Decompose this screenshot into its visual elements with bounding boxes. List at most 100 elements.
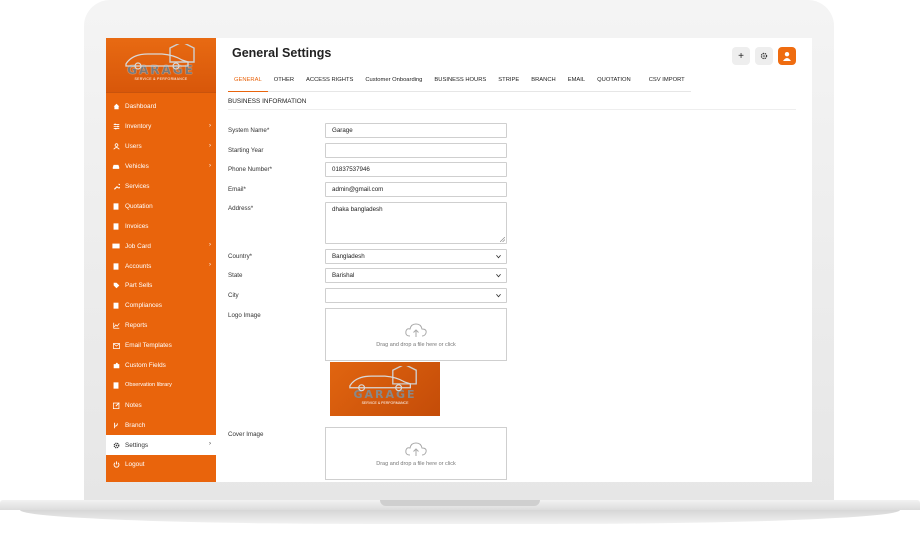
sidebar-item-reports[interactable]: Reports	[106, 316, 216, 336]
user-icon	[112, 143, 120, 151]
sidebar-item-label: Dashboard	[125, 103, 157, 111]
user-avatar-button[interactable]	[778, 47, 796, 65]
tab-stripe[interactable]: STRIPE	[492, 74, 525, 92]
sidebar-item-label: Settings	[125, 441, 149, 449]
car-logo-icon	[125, 44, 195, 70]
sidebar-item-label: Custom Fields	[125, 362, 166, 370]
chevron-right-icon: ›	[209, 262, 211, 269]
dropzone-text: Drag and drop a file here or click	[376, 460, 456, 467]
sidebar-item-custom-fields[interactable]: Custom Fields	[106, 356, 216, 376]
country-select[interactable]: Bangladesh	[325, 249, 507, 264]
sidebar-item-users[interactable]: Users ›	[106, 137, 216, 157]
sidebar-item-invoices[interactable]: Invoices	[106, 216, 216, 236]
state-select[interactable]: Barishal	[325, 268, 507, 283]
starting-year-label: Starting Year	[228, 147, 264, 154]
brand-logo[interactable]: GARAGE SERVICE & PERFORMANCE	[106, 38, 216, 93]
starting-year-input[interactable]	[325, 143, 507, 158]
tab-customer-onboarding[interactable]: Customer Onboarding	[359, 74, 428, 92]
sidebar-item-label: Quotation	[125, 202, 153, 210]
sidebar-item-label: Logout	[125, 461, 145, 469]
card-icon	[112, 242, 120, 250]
edit-icon	[112, 401, 120, 409]
city-label: City	[228, 292, 239, 299]
logo-tagline: SERVICE & PERFORMANCE	[134, 77, 188, 81]
sidebar-item-dashboard[interactable]: Dashboard	[106, 97, 216, 117]
sidebar-item-branch[interactable]: Branch	[106, 415, 216, 435]
clipboard-icon	[112, 302, 120, 310]
chevron-right-icon: ›	[209, 441, 211, 448]
country-value: Bangladesh	[332, 253, 365, 260]
sidebar-item-email-templates[interactable]: Email Templates	[106, 336, 216, 356]
sidebar-item-label: Branch	[125, 421, 146, 429]
sidebar-item-vehicles[interactable]: Vehicles ›	[106, 157, 216, 177]
book-icon	[112, 381, 120, 389]
add-button[interactable]: +	[732, 47, 750, 65]
sidebar-item-label: Notes	[125, 401, 142, 409]
phone-label: Phone Number*	[228, 166, 273, 173]
tab-access-rights[interactable]: ACCESS RIGHTS	[300, 74, 359, 92]
chevron-right-icon: ›	[209, 162, 211, 169]
branch-icon	[112, 421, 120, 429]
car-icon	[112, 163, 120, 171]
laptop-base	[0, 500, 920, 533]
sidebar-item-accounts[interactable]: Accounts ›	[106, 256, 216, 276]
sliders-icon	[112, 123, 120, 131]
sidebar-item-label: Email Templates	[125, 342, 172, 350]
home-icon	[112, 103, 120, 111]
chevron-down-icon	[496, 254, 501, 259]
email-input[interactable]: admin@gmail.com	[325, 182, 507, 197]
system-name-input[interactable]: Garage	[325, 123, 507, 138]
tab-email[interactable]: EMAIL	[562, 74, 591, 92]
cover-image-label: Cover Image	[228, 431, 264, 438]
tag-icon	[112, 282, 120, 290]
address-textarea[interactable]: dhaka bangladesh	[325, 202, 507, 244]
cloud-upload-icon	[405, 322, 427, 337]
cover-dropzone[interactable]: Drag and drop a file here or click	[325, 427, 507, 480]
email-label: Email*	[228, 186, 246, 193]
tab-branch[interactable]: BRANCH	[525, 74, 561, 92]
tab-other[interactable]: OTHER	[268, 74, 300, 92]
sidebar-item-label: Inventory	[125, 123, 152, 131]
tab-business-hours[interactable]: BUSINESS HOURS	[428, 74, 492, 92]
invoice-icon	[112, 222, 120, 230]
logo-dropzone[interactable]: Drag and drop a file here or click	[325, 308, 507, 361]
page-title: General Settings	[232, 46, 332, 60]
sidebar-item-quotation[interactable]: Quotation	[106, 196, 216, 216]
state-label: State	[228, 272, 243, 279]
settings-button[interactable]	[755, 47, 773, 65]
sidebar-item-job-card[interactable]: Job Card ›	[106, 236, 216, 256]
plus-icon: +	[738, 50, 744, 62]
sidebar-item-settings[interactable]: Settings ›	[106, 435, 216, 456]
logo-preview-image: GARAGE SERVICE & PERFORMANCE	[330, 362, 440, 416]
tab-csv-import[interactable]: CSV IMPORT	[637, 74, 691, 92]
main-content: General Settings + GENERAL OTHER ACCESS …	[216, 38, 812, 482]
power-icon	[112, 461, 120, 469]
state-value: Barishal	[332, 272, 355, 279]
sidebar-item-logout[interactable]: Logout	[106, 455, 216, 475]
sidebar-item-services[interactable]: Services	[106, 177, 216, 197]
country-label: Country*	[228, 253, 253, 260]
sidebar-menu: Dashboard Inventory › Users › Vehicles ›…	[106, 97, 216, 475]
sidebar-item-label: Accounts	[125, 262, 152, 270]
section-divider	[228, 109, 796, 110]
section-title: BUSINESS INFORMATION	[228, 98, 307, 105]
sidebar-item-compliances[interactable]: Compliances	[106, 296, 216, 316]
tab-general[interactable]: GENERAL	[228, 74, 268, 92]
sidebar-item-part-sells[interactable]: Part Sells	[106, 276, 216, 296]
sidebar-item-observation-library[interactable]: Observation library	[106, 375, 216, 395]
sidebar: GARAGE SERVICE & PERFORMANCE Dashboard I…	[106, 38, 216, 482]
header-actions: +	[732, 47, 796, 65]
phone-input[interactable]: 01837537946	[325, 162, 507, 177]
avatar-icon	[783, 52, 791, 61]
sidebar-item-label: Reports	[125, 322, 148, 330]
sidebar-item-label: Compliances	[125, 302, 162, 310]
city-select[interactable]	[325, 288, 507, 303]
sidebar-item-label: Vehicles	[125, 163, 149, 171]
car-logo-icon	[349, 366, 417, 392]
sidebar-item-inventory[interactable]: Inventory ›	[106, 117, 216, 137]
tab-quotation[interactable]: QUOTATION	[591, 74, 637, 92]
wrench-icon	[112, 183, 120, 191]
laptop-base-bottom	[20, 510, 900, 524]
sidebar-item-notes[interactable]: Notes	[106, 395, 216, 415]
chart-icon	[112, 322, 120, 330]
